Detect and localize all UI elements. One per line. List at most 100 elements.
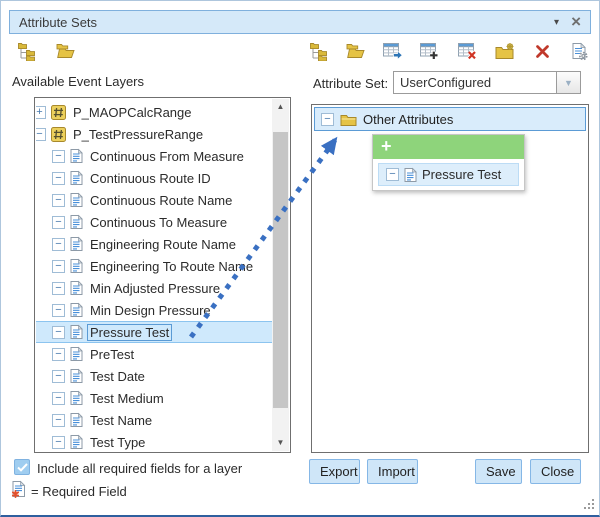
close-icon[interactable]: × bbox=[571, 14, 581, 30]
tree-item-label: P_TestPressureRange bbox=[71, 127, 205, 142]
collapse-box-icon[interactable]: − bbox=[52, 414, 65, 427]
import-button[interactable]: Import bbox=[367, 459, 418, 484]
tree-item-label: Test Type bbox=[88, 435, 147, 450]
vertical-scrollbar[interactable]: ▲ ▼ bbox=[272, 99, 289, 451]
tree-item[interactable]: − Min Adjusted Pressure bbox=[36, 277, 272, 299]
tree-item[interactable]: − Min Design Pressure bbox=[36, 299, 272, 321]
tree-item[interactable]: −Test Medium bbox=[36, 387, 272, 409]
close-button[interactable]: Close bbox=[530, 459, 581, 484]
tree-item-label: Min Adjusted Pressure bbox=[88, 281, 222, 296]
scroll-up-icon[interactable]: ▲ bbox=[272, 99, 289, 115]
titlebar: Attribute Sets ▾ × bbox=[9, 10, 591, 34]
required-field-icon bbox=[11, 480, 26, 498]
tree-item[interactable]: − Continuous Route ID bbox=[36, 167, 272, 189]
open-event-layers-icon[interactable] bbox=[54, 41, 76, 61]
event-layer-tree-icon[interactable] bbox=[15, 41, 37, 61]
attribute-set-value: UserConfigured bbox=[394, 72, 556, 93]
tree-item[interactable]: − Continuous Route Name bbox=[36, 189, 272, 211]
required-field-legend: = Required Field bbox=[31, 484, 127, 499]
collapse-box-icon[interactable]: − bbox=[52, 194, 65, 207]
collapse-box-icon[interactable]: − bbox=[52, 392, 65, 405]
attribute-set-properties-icon[interactable] bbox=[569, 41, 591, 61]
field-icon bbox=[70, 192, 83, 208]
include-required-fields-checkbox[interactable] bbox=[14, 459, 30, 475]
scroll-down-icon[interactable]: ▼ bbox=[272, 435, 289, 451]
collapse-box-icon[interactable]: − bbox=[52, 216, 65, 229]
folder-icon bbox=[340, 113, 357, 126]
tree-item-label: Min Design Pressure bbox=[88, 303, 213, 318]
window-menu-icon[interactable]: ▾ bbox=[554, 17, 559, 28]
field-icon bbox=[70, 434, 83, 450]
tree-item[interactable]: − Continuous To Measure bbox=[36, 211, 272, 233]
chevron-down-icon[interactable]: ▼ bbox=[556, 72, 580, 93]
load-table-icon[interactable] bbox=[382, 41, 404, 61]
tree-item[interactable]: − Engineering Route Name bbox=[36, 233, 272, 255]
tree-item[interactable]: − Continuous From Measure bbox=[36, 145, 272, 167]
new-attribute-set-icon[interactable] bbox=[494, 41, 516, 61]
collapse-box-icon[interactable]: − bbox=[52, 370, 65, 383]
collapse-box-icon[interactable]: − bbox=[52, 304, 65, 317]
tree-item[interactable]: +P_MAOPCalcRange bbox=[36, 101, 272, 123]
tree-item[interactable]: −Test Date bbox=[36, 365, 272, 387]
tree-item[interactable]: − Test Name bbox=[36, 409, 272, 431]
field-icon bbox=[70, 148, 83, 164]
resize-grip[interactable] bbox=[583, 498, 596, 511]
collapse-box-icon[interactable]: − bbox=[52, 326, 65, 339]
event-layer-icon bbox=[51, 105, 66, 120]
attribute-set-label: Attribute Set: bbox=[313, 76, 388, 91]
field-icon bbox=[70, 214, 83, 230]
dialog-title: Attribute Sets bbox=[19, 15, 97, 30]
collapse-box-icon[interactable]: − bbox=[52, 348, 65, 361]
attribute-tree-icon[interactable] bbox=[307, 41, 329, 61]
toolbar-right-group bbox=[307, 41, 591, 61]
attribute-sets-dialog: Attribute Sets ▾ × Available Event Layer… bbox=[0, 0, 600, 517]
drag-ghost: + − Pressure Test bbox=[372, 134, 525, 191]
collapse-box-icon[interactable]: − bbox=[52, 260, 65, 273]
save-button[interactable]: Save bbox=[475, 459, 522, 484]
tree-item-label: PreTest bbox=[88, 347, 136, 362]
drag-ghost-item: − Pressure Test bbox=[378, 163, 519, 186]
other-attributes-node[interactable]: − Other Attributes bbox=[314, 107, 586, 131]
tree-item-label: Engineering To Route Name bbox=[88, 259, 255, 274]
open-attribute-set-icon[interactable] bbox=[344, 41, 366, 61]
field-icon bbox=[70, 390, 83, 406]
tree-item[interactable]: − P_TestPressureRange bbox=[36, 123, 272, 145]
collapse-box-icon[interactable]: − bbox=[36, 128, 46, 141]
collapse-box-icon[interactable]: − bbox=[52, 436, 65, 449]
collapse-box-icon[interactable]: − bbox=[52, 238, 65, 251]
tree-item-label: Engineering Route Name bbox=[88, 237, 238, 252]
tree-item[interactable]: − PreTest bbox=[36, 343, 272, 365]
tree-item-label: Continuous From Measure bbox=[88, 149, 246, 164]
tree-item-label: Continuous To Measure bbox=[88, 215, 229, 230]
field-icon bbox=[70, 346, 83, 362]
delete-attribute-set-icon[interactable] bbox=[532, 41, 554, 61]
tree-item[interactable]: − Test Type bbox=[36, 431, 272, 451]
drop-add-indicator: + bbox=[373, 135, 524, 159]
remove-table-icon[interactable] bbox=[457, 41, 479, 61]
field-icon bbox=[70, 302, 83, 318]
export-button[interactable]: Export bbox=[309, 459, 360, 484]
collapse-box-icon[interactable]: − bbox=[52, 172, 65, 185]
field-icon bbox=[70, 236, 83, 252]
field-icon bbox=[70, 280, 83, 296]
collapse-box-icon[interactable]: − bbox=[321, 113, 334, 126]
expand-box-icon[interactable]: + bbox=[36, 106, 46, 119]
tree-item-label: Continuous Route ID bbox=[88, 171, 213, 186]
tree-item-label: Continuous Route Name bbox=[88, 193, 234, 208]
field-icon bbox=[70, 258, 83, 274]
field-icon bbox=[70, 368, 83, 384]
toolbar bbox=[11, 41, 589, 63]
attribute-set-dropdown[interactable]: UserConfigured ▼ bbox=[393, 71, 581, 94]
tree-item-label: Pressure Test bbox=[88, 325, 171, 340]
collapse-box-icon[interactable]: − bbox=[52, 150, 65, 163]
tree-item[interactable]: − Pressure Test bbox=[36, 321, 272, 343]
scrollbar-thumb[interactable] bbox=[273, 132, 288, 408]
field-icon bbox=[70, 170, 83, 186]
event-layers-tree: +P_MAOPCalcRange−P_TestPressureRange−Con… bbox=[36, 99, 272, 451]
add-table-icon[interactable] bbox=[419, 41, 441, 61]
tree-item[interactable]: − Engineering To Route Name bbox=[36, 255, 272, 277]
other-attributes-label: Other Attributes bbox=[363, 112, 453, 127]
tree-item-label: Test Name bbox=[88, 413, 154, 428]
attribute-set-panel: − Other Attributes + − Pressure Test bbox=[311, 104, 589, 453]
collapse-box-icon[interactable]: − bbox=[52, 282, 65, 295]
